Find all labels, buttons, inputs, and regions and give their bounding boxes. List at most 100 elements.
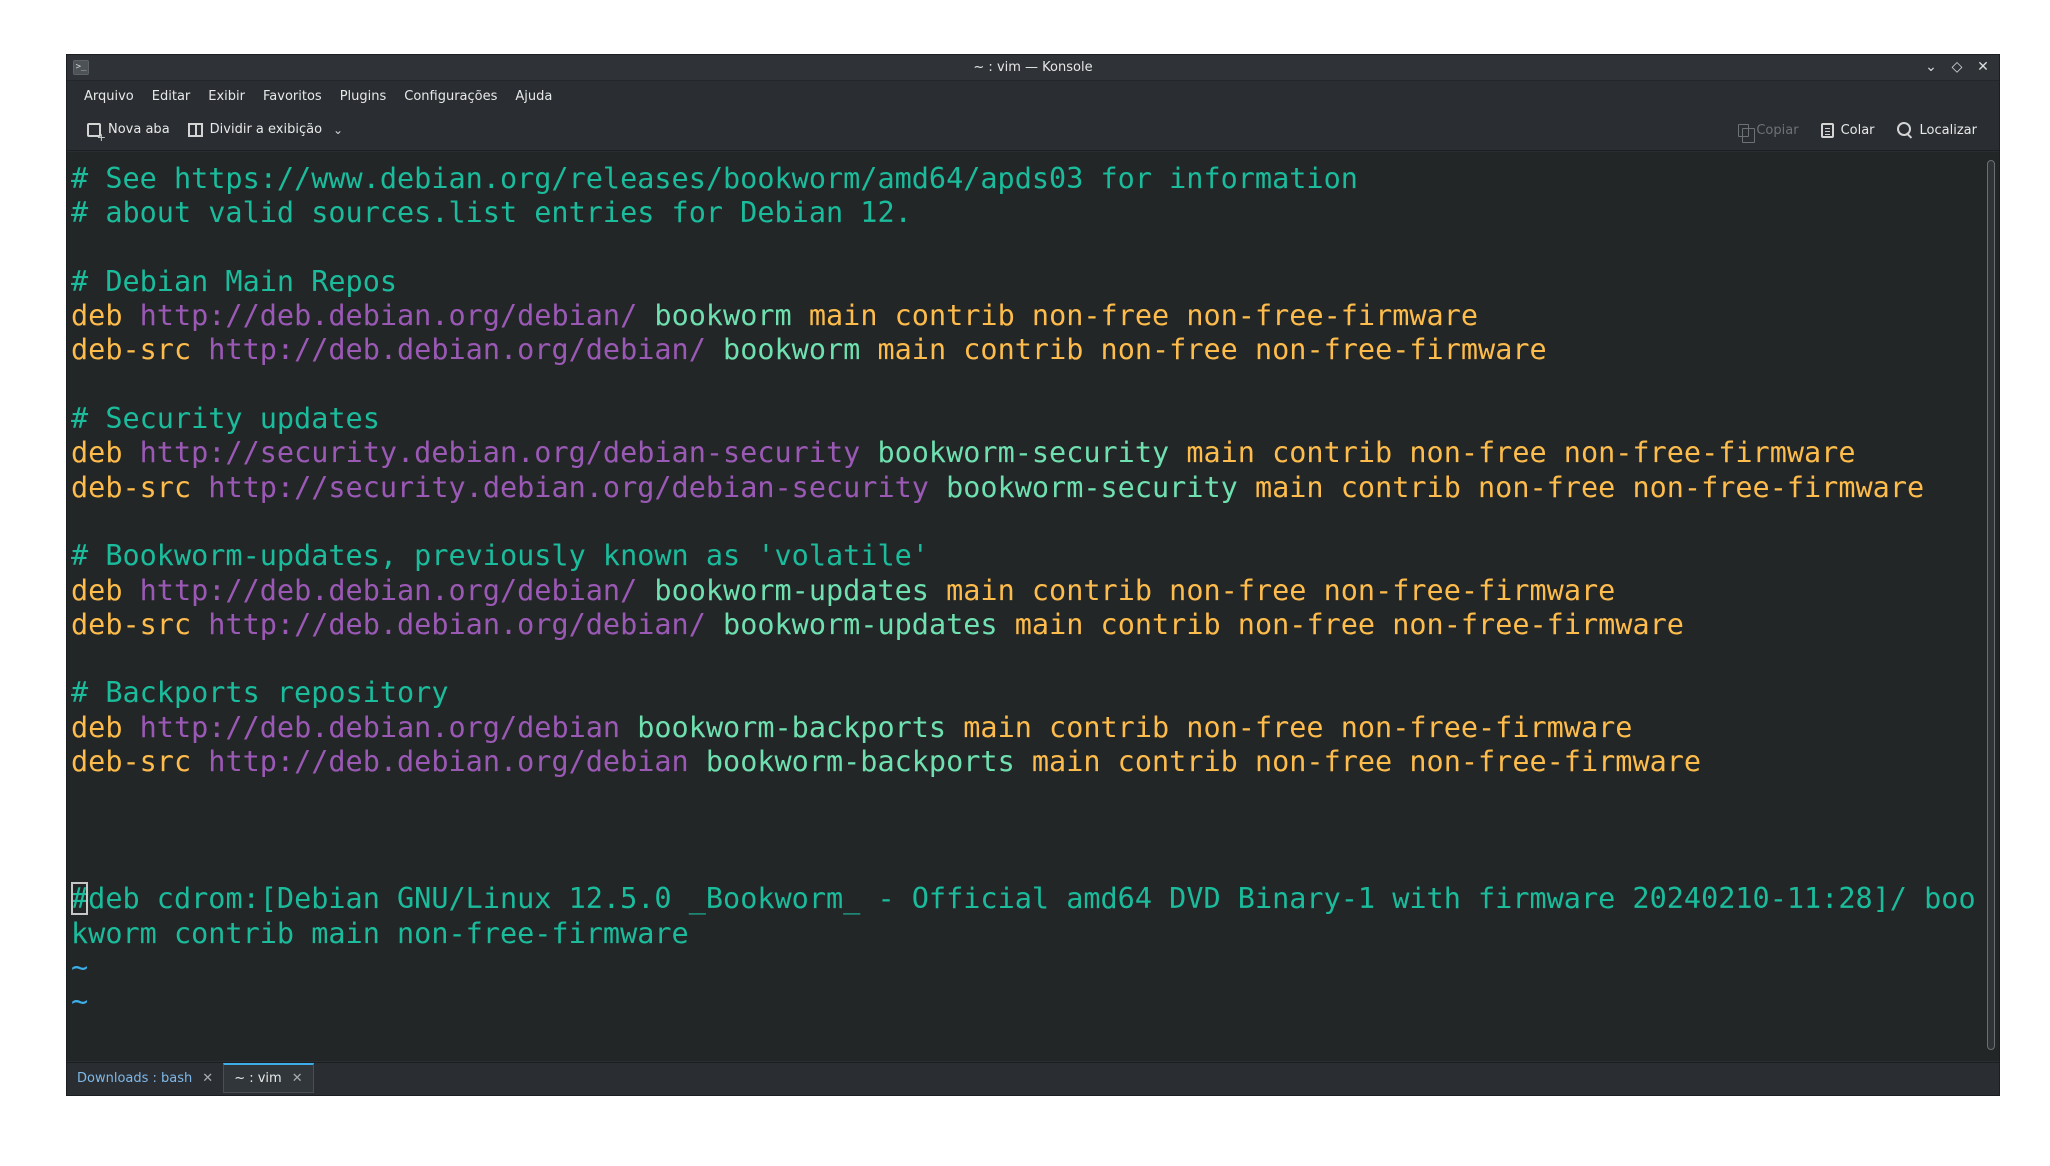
split-view-icon: [187, 122, 203, 137]
terminal-text: http://deb.debian.org/debian/: [208, 607, 706, 641]
title-bar[interactable]: >_ ~ : vim — Konsole ⌄ ◇ ✕: [67, 55, 1999, 81]
terminal-text: ~: [71, 985, 89, 1019]
copy-icon: [1738, 123, 1756, 143]
minimize-icon[interactable]: ⌄: [1923, 58, 1939, 76]
search-icon: [1896, 122, 1913, 138]
menu-favoritos[interactable]: Favoritos: [254, 86, 331, 107]
terminal-text: main contrib non-free non-free-firmware: [1237, 470, 1925, 504]
tab-bar: Downloads : bash ✕ ~ : vim ✕: [67, 1062, 1999, 1095]
new-tab-label: Nova aba: [108, 122, 170, 137]
toolbar: Nova aba Dividir a exibição ⌄ Copiar Col…: [67, 111, 1999, 151]
terminal-text: main contrib non-free non-free-firmware: [928, 573, 1616, 607]
terminal-text: http://deb.debian.org/debian/: [139, 573, 638, 607]
terminal-text: # See https://www.debian.org/releases/bo…: [71, 162, 1358, 195]
terminal-line: # about valid sources.list entries for D…: [71, 196, 1985, 230]
terminal-view[interactable]: # See https://www.debian.org/releases/bo…: [67, 152, 1985, 1061]
window-title: ~ : vim — Konsole: [973, 60, 1093, 75]
paste-button[interactable]: Colar: [1815, 119, 1881, 141]
terminal-text: # Bookworm-updates, previously known as …: [71, 539, 929, 573]
paste-icon: [1820, 122, 1834, 138]
terminal-line: deb-src http://deb.debian.org/debian/ bo…: [71, 333, 1985, 367]
scrollbar-thumb[interactable]: [1987, 160, 1995, 1050]
terminal-text: deb: [71, 573, 140, 607]
terminal-text: bookworm-security: [860, 436, 1170, 470]
split-view-button[interactable]: Dividir a exibição ⌄: [182, 119, 349, 140]
terminal-line: deb-src http://deb.debian.org/debian/ bo…: [71, 608, 1985, 642]
terminal-scrollbar[interactable]: [1983, 152, 1999, 1061]
terminal-line: # Security updates: [71, 402, 1985, 436]
terminal-line: deb http://deb.debian.org/debian bookwor…: [71, 711, 1985, 745]
menu-configuracoes[interactable]: Configurações: [395, 86, 506, 107]
konsole-window: >_ ~ : vim — Konsole ⌄ ◇ ✕ Arquivo Edita…: [66, 54, 2000, 1096]
terminal-text: main contrib non-free non-free-firmware: [1169, 436, 1856, 470]
terminal-text: deb-src: [71, 470, 209, 504]
terminal-text: deb cdrom:[Debian GNU/Linux 12.5.0 _Book…: [88, 882, 1976, 916]
terminal-text: deb-src: [71, 333, 209, 367]
split-view-label: Dividir a exibição: [209, 122, 323, 137]
terminal-text: bookworm-updates: [705, 607, 998, 641]
terminal-line: deb http://security.debian.org/debian-se…: [71, 436, 1985, 470]
maximize-icon[interactable]: ◇: [1949, 58, 1965, 76]
find-label: Localizar: [1919, 122, 1977, 138]
close-icon[interactable]: ✕: [1975, 58, 1991, 76]
terminal-text: bookworm: [705, 333, 861, 367]
terminal-line: # Debian Main Repos: [71, 265, 1985, 299]
terminal-text: main contrib non-free non-free-firmware: [946, 710, 1633, 744]
terminal-text: http://security.debian.org/debian-securi…: [139, 436, 861, 470]
tab-label: ~ : vim: [234, 1071, 282, 1086]
close-icon[interactable]: ✕: [202, 1071, 213, 1086]
menu-bar: Arquivo Editar Exibir Favoritos Plugins …: [67, 81, 1999, 111]
terminal-text: kworm contrib main non-free-firmware: [71, 916, 689, 950]
terminal-line: #deb cdrom:[Debian GNU/Linux 12.5.0 _Boo…: [71, 882, 1985, 916]
menu-arquivo[interactable]: Arquivo: [75, 86, 143, 107]
terminal-text: http://security.debian.org/debian-securi…: [208, 470, 929, 504]
terminal-line: # See https://www.debian.org/releases/bo…: [71, 162, 1985, 196]
terminal-line: deb http://deb.debian.org/debian/ bookwo…: [71, 574, 1985, 608]
copy-button[interactable]: Copiar: [1732, 119, 1804, 143]
terminal-line: kworm contrib main non-free-firmware: [71, 917, 1985, 951]
new-tab-icon: [87, 122, 106, 144]
new-tab-button[interactable]: Nova aba: [81, 119, 176, 144]
terminal-text: main contrib non-free non-free-firmware: [997, 607, 1684, 641]
text-cursor: #: [71, 882, 89, 916]
terminal-text: deb: [71, 436, 140, 470]
terminal-text: ~: [71, 950, 89, 984]
terminal-line: ~: [71, 985, 1985, 1019]
terminal-text: deb-src: [71, 745, 209, 779]
menu-ajuda[interactable]: Ajuda: [506, 86, 561, 107]
menu-exibir[interactable]: Exibir: [199, 86, 254, 107]
copy-label: Copiar: [1756, 122, 1799, 138]
terminal-line: ~: [71, 951, 1985, 985]
paste-label: Colar: [1840, 122, 1875, 138]
menu-plugins[interactable]: Plugins: [331, 86, 396, 107]
find-button[interactable]: Localizar: [1891, 119, 1983, 141]
terminal-line: deb http://deb.debian.org/debian/ bookwo…: [71, 299, 1985, 333]
chevron-down-icon[interactable]: ⌄: [333, 123, 343, 137]
terminal-text: bookworm-updates: [637, 573, 929, 607]
tab-downloads-bash[interactable]: Downloads : bash ✕: [67, 1063, 223, 1093]
terminal-text: http://deb.debian.org/debian/: [139, 299, 638, 333]
terminal-line: # Backports repository: [71, 676, 1985, 710]
terminal-text: deb-src: [71, 607, 209, 641]
terminal-text: # Debian Main Repos: [71, 264, 398, 298]
terminal-text: bookworm: [637, 299, 792, 333]
terminal-text: bookworm-backports: [688, 745, 1015, 779]
terminal-line: deb-src http://deb.debian.org/debian boo…: [71, 745, 1985, 779]
terminal-line: # Bookworm-updates, previously known as …: [71, 539, 1985, 573]
terminal-text: http://deb.debian.org/debian: [208, 745, 689, 779]
close-icon[interactable]: ✕: [292, 1071, 303, 1086]
terminal-text: bookworm-backports: [620, 710, 947, 744]
menu-editar[interactable]: Editar: [143, 86, 200, 107]
terminal-text: main contrib non-free non-free-firmware: [791, 299, 1479, 333]
tab-label: Downloads : bash: [77, 1070, 193, 1086]
terminal-text: main contrib non-free non-free-firmware: [860, 333, 1547, 367]
tab-vim[interactable]: ~ : vim ✕: [223, 1063, 314, 1093]
terminal-text: bookworm-security: [928, 470, 1238, 504]
terminal-text: # Security updates: [71, 402, 380, 436]
